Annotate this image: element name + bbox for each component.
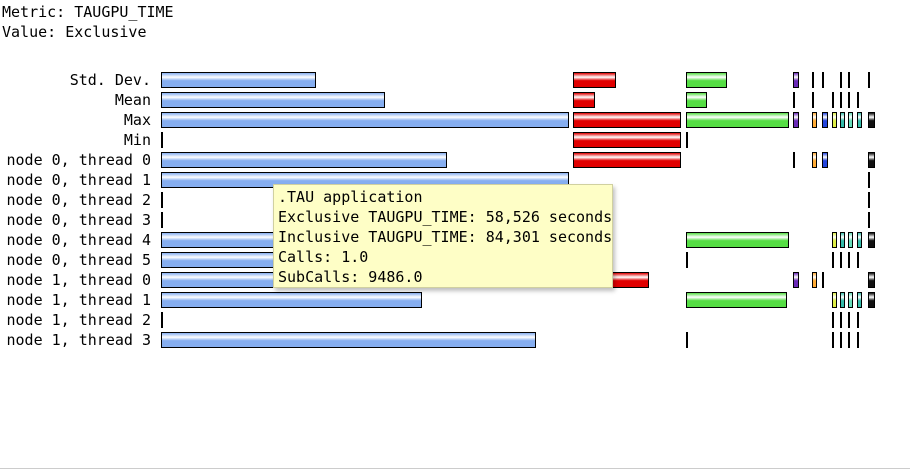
minor-function-bar[interactable] bbox=[832, 292, 837, 308]
tooltip-exclusive: Exclusive TAUGPU_TIME: 58,526 seconds bbox=[278, 208, 613, 226]
minor-function-bar[interactable] bbox=[832, 312, 834, 328]
minor-function-bar[interactable] bbox=[848, 72, 850, 88]
minor-function-bar[interactable] bbox=[857, 232, 862, 248]
application-bar[interactable] bbox=[161, 112, 569, 128]
minor-function-bar[interactable] bbox=[868, 152, 875, 168]
minor-function-bar[interactable] bbox=[812, 152, 817, 168]
green-bar[interactable] bbox=[686, 252, 688, 268]
minor-function-bar[interactable] bbox=[793, 72, 799, 88]
minor-function-bar[interactable] bbox=[840, 332, 842, 348]
minor-function-bar[interactable] bbox=[868, 72, 870, 88]
minor-function-bar[interactable] bbox=[832, 112, 837, 128]
red-bar[interactable] bbox=[573, 112, 681, 128]
application-bar[interactable] bbox=[161, 312, 163, 328]
red-bar[interactable] bbox=[573, 72, 617, 88]
tooltip-calls: Calls: 1.0 bbox=[278, 248, 369, 266]
minor-function-bar[interactable] bbox=[840, 252, 842, 268]
minor-function-bar[interactable] bbox=[868, 272, 875, 288]
minor-function-bar[interactable] bbox=[840, 292, 845, 308]
green-bar[interactable] bbox=[686, 92, 707, 108]
minor-function-bar[interactable] bbox=[812, 72, 814, 88]
application-bar[interactable] bbox=[161, 192, 163, 208]
application-bar[interactable] bbox=[161, 292, 423, 308]
green-bar[interactable] bbox=[686, 132, 688, 148]
minor-function-bar[interactable] bbox=[857, 292, 862, 308]
minor-function-bar[interactable] bbox=[848, 232, 853, 248]
green-bar[interactable] bbox=[686, 232, 789, 248]
minor-function-bar[interactable] bbox=[868, 212, 870, 228]
application-bar[interactable] bbox=[161, 132, 163, 148]
green-bar[interactable] bbox=[686, 72, 728, 88]
function-tooltip: .TAU application Exclusive TAUGPU_TIME: … bbox=[273, 184, 613, 288]
minor-function-bar[interactable] bbox=[812, 92, 814, 108]
minor-function-bar[interactable] bbox=[868, 172, 870, 188]
red-bar[interactable] bbox=[573, 132, 681, 148]
green-bar[interactable] bbox=[686, 112, 789, 128]
minor-function-bar[interactable] bbox=[857, 112, 862, 128]
minor-function-bar[interactable] bbox=[848, 252, 850, 268]
application-bar[interactable] bbox=[161, 72, 317, 88]
minor-function-bar[interactable] bbox=[857, 252, 859, 268]
minor-function-bar[interactable] bbox=[832, 92, 834, 108]
minor-function-bar[interactable] bbox=[848, 292, 853, 308]
minor-function-bar[interactable] bbox=[822, 272, 824, 288]
minor-function-bar[interactable] bbox=[857, 92, 859, 108]
application-bar[interactable] bbox=[161, 152, 447, 168]
minor-function-bar[interactable] bbox=[868, 192, 870, 208]
minor-function-bar[interactable] bbox=[868, 292, 875, 308]
minor-function-bar[interactable] bbox=[793, 272, 799, 288]
tooltip-inclusive: Inclusive TAUGPU_TIME: 84,301 seconds bbox=[278, 228, 613, 246]
red-bar[interactable] bbox=[573, 152, 681, 168]
minor-function-bar[interactable] bbox=[840, 72, 842, 88]
minor-function-bar[interactable] bbox=[832, 252, 834, 268]
minor-function-bar[interactable] bbox=[793, 112, 799, 128]
minor-function-bar[interactable] bbox=[793, 92, 795, 108]
minor-function-bar[interactable] bbox=[822, 72, 824, 88]
green-bar[interactable] bbox=[686, 292, 787, 308]
minor-function-bar[interactable] bbox=[848, 92, 850, 108]
minor-function-bar[interactable] bbox=[832, 232, 837, 248]
minor-function-bar[interactable] bbox=[840, 232, 845, 248]
minor-function-bar[interactable] bbox=[848, 332, 850, 348]
minor-function-bar[interactable] bbox=[840, 112, 845, 128]
application-bar[interactable] bbox=[161, 332, 537, 348]
minor-function-bar[interactable] bbox=[840, 92, 842, 108]
minor-function-bar[interactable] bbox=[812, 272, 817, 288]
minor-function-bar[interactable] bbox=[857, 332, 859, 348]
minor-function-bar[interactable] bbox=[840, 312, 842, 328]
minor-function-bar[interactable] bbox=[868, 112, 875, 128]
tooltip-title: .TAU application bbox=[278, 188, 423, 206]
minor-function-bar[interactable] bbox=[832, 332, 834, 348]
minor-function-bar[interactable] bbox=[857, 312, 859, 328]
minor-function-bar[interactable] bbox=[812, 112, 817, 128]
minor-function-bar[interactable] bbox=[848, 312, 850, 328]
green-bar[interactable] bbox=[686, 332, 688, 348]
minor-function-bar[interactable] bbox=[868, 232, 875, 248]
minor-function-bar[interactable] bbox=[822, 152, 828, 168]
application-bar[interactable] bbox=[161, 92, 386, 108]
minor-function-bar[interactable] bbox=[793, 152, 795, 168]
red-bar[interactable] bbox=[573, 92, 595, 108]
minor-function-bar[interactable] bbox=[848, 112, 853, 128]
bottom-divider bbox=[0, 468, 910, 469]
application-bar[interactable] bbox=[161, 212, 163, 228]
minor-function-bar[interactable] bbox=[822, 112, 828, 128]
tooltip-subcalls: SubCalls: 9486.0 bbox=[278, 268, 423, 286]
